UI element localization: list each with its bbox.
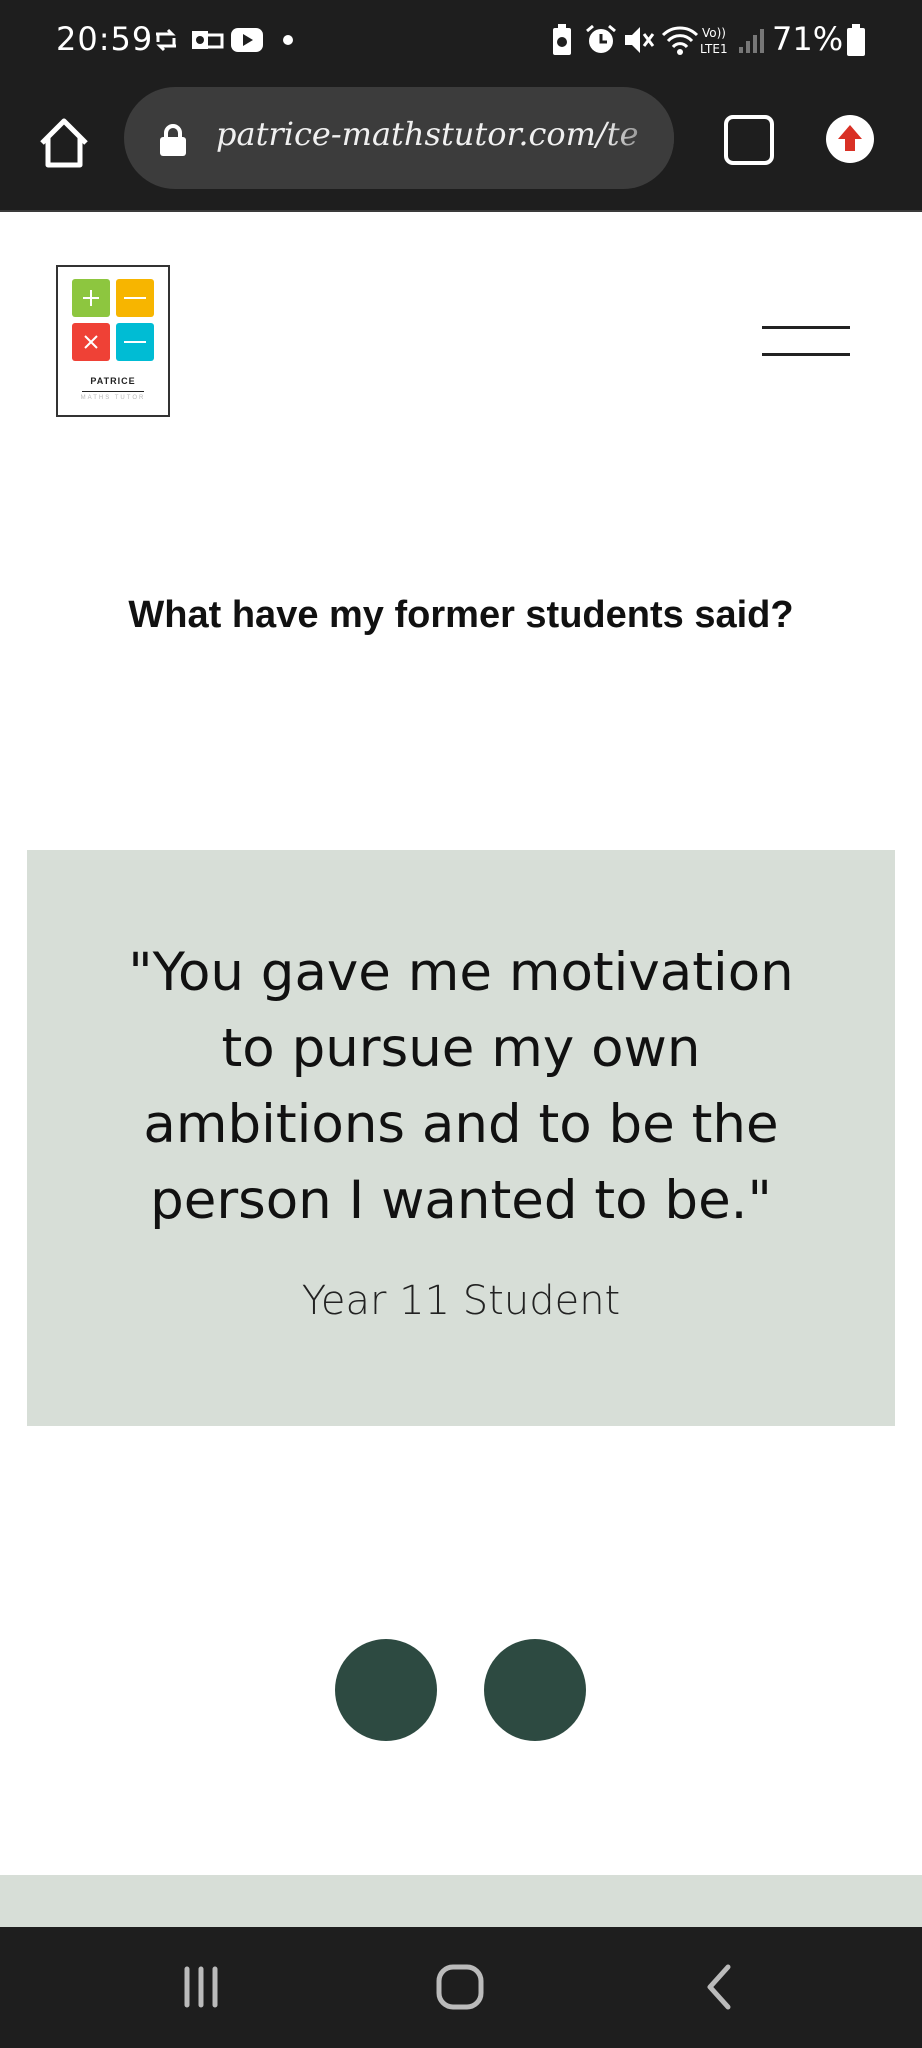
system-nav-bar [0,1927,922,2048]
footer-strip [0,1875,922,1927]
logo-divider [82,391,144,392]
testimonial-author: Year 11 Student [301,1278,621,1324]
testimonial-card: "You gave me motivation to pursue my own… [27,850,895,1426]
section-heading: What have my former students said? [128,594,794,636]
hamburger-icon-line [762,326,850,329]
recent-apps-icon [184,1966,218,2008]
minus-icon [124,297,146,299]
back-button[interactable] [690,1957,750,2017]
home-button[interactable] [34,113,94,173]
plus-tile [72,279,110,317]
sync-icon [150,22,182,58]
slider-prev-button[interactable] [335,1639,437,1741]
mute-icon [622,22,656,58]
browser-toolbar: patrice-mathstutor.com/te [0,85,922,212]
testimonial-quote: "You gave me motivation to pursue my own… [128,942,794,1231]
battery-percent: 71% [772,20,844,58]
svg-text:Vo)): Vo)) [702,26,726,40]
minus-tile [116,279,154,317]
wifi-icon [660,22,700,58]
home-circle-icon [436,1964,484,2010]
home-icon [40,118,88,168]
times-icon [84,335,98,349]
signal-icon [738,22,764,58]
chevron-left-icon [707,1964,731,2010]
plus-icon [83,290,99,306]
lock-icon [158,123,188,157]
logo-subtitle: MATHS TUTOR [80,395,146,401]
slider-next-button[interactable] [484,1639,586,1741]
site-logo[interactable]: PATRICE MATHS TUTOR [56,265,170,417]
url-fade [604,87,674,189]
alarm-icon [584,22,618,58]
logo-name: PATRICE [90,376,136,386]
arrow-up-icon [838,125,862,151]
youtube-icon [230,22,264,58]
status-bar: 20:59 Vo)) LTE1 71% [0,0,922,85]
minus-tile-2 [116,323,154,361]
volte-icon: Vo)) LTE1 [700,22,736,58]
address-bar[interactable]: patrice-mathstutor.com/te [124,87,674,189]
status-time: 20:59 [56,20,154,58]
times-tile [72,323,110,361]
tabs-button[interactable] [724,115,774,165]
update-button[interactable] [826,115,874,163]
svg-text:LTE1: LTE1 [700,42,728,56]
battery-saver-icon [550,22,574,58]
menu-button[interactable] [758,320,852,360]
recent-apps-button[interactable] [171,1957,231,2017]
hamburger-icon-line [762,353,850,356]
outlook-icon [190,22,224,58]
battery-icon [846,22,866,58]
url-text: patrice-mathstutor.com/te [216,115,639,153]
minus-icon [124,341,146,343]
dot-icon [282,22,294,58]
system-home-button[interactable] [430,1957,490,2017]
